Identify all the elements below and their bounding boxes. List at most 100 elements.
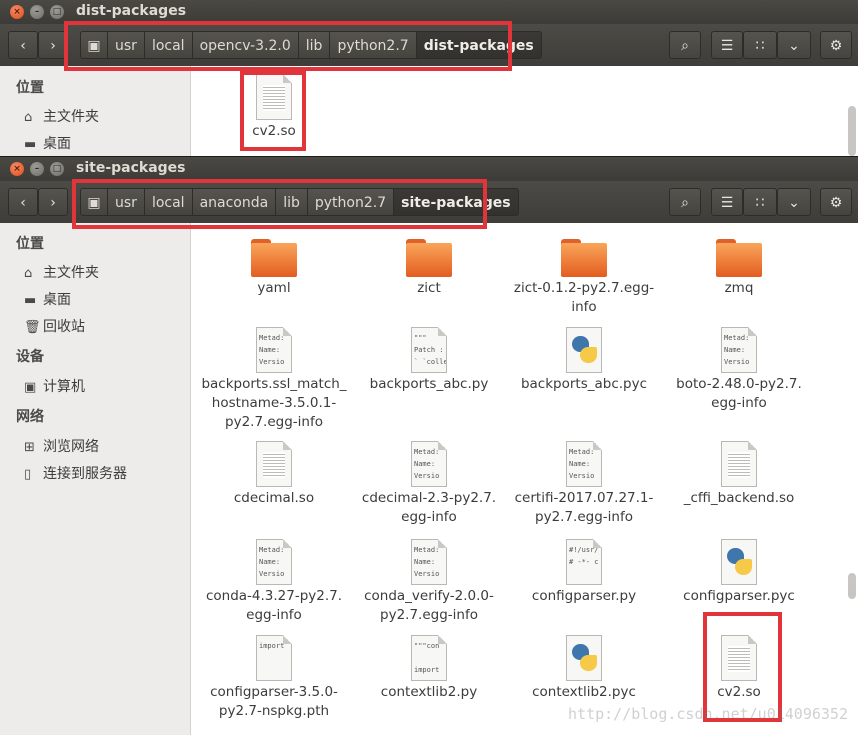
file-name-line: configparser.py [531,588,637,604]
icon-preview-text: Metad: Name: Versio [259,546,285,578]
file-name-line: yaml [257,280,291,296]
forward-button[interactable]: › [38,188,68,216]
server-icon: ▯ [24,467,32,482]
file-item[interactable]: zict [351,233,507,298]
file-item[interactable]: Metad: Name: Versio boto-2.48.0-py2.7. egg… [661,327,817,413]
folder-icon [716,239,762,277]
file-item[interactable]: Metad: Name: Versio conda-4.3.27-py2.7. eg… [196,539,352,625]
file-name-line: conda_verify-2.0.0- [364,588,494,604]
text-file-icon: Metad: Name: Versio [566,441,602,487]
file-item[interactable]: import configparser-3.5.0- py2.7-nspkg.pth [196,635,352,721]
sidebar-item-browse-network[interactable]: ⊞ 浏览网络 [24,436,99,456]
file-item[interactable]: yaml [196,233,352,298]
file-item[interactable]: _cffi_backend.so [661,441,817,508]
scrollbar[interactable] [848,573,856,599]
list-view-icon[interactable]: ☰ [711,188,743,216]
trash-icon: 🗑 [24,320,41,335]
folder-icon [406,239,452,277]
file-item[interactable]: cdecimal.so [196,441,352,508]
file-name-line: egg-info [401,509,457,525]
file-name-line: configparser-3.5.0- [210,684,338,700]
icon-preview-text: #!/usr/ # -*- c [569,546,599,566]
file-name-line: py2.7.egg-info [225,414,323,430]
text-file-icon: Metad: Name: Versio [721,327,757,373]
sidebar-item-desktop[interactable]: ▬ 桌面 [24,133,71,153]
back-button[interactable]: ‹ [8,188,38,216]
file-item[interactable]: Metad: Name: Versio certifi-2017.07.27.1-… [506,441,662,527]
front-titlebar: × – □ site-packages [0,157,858,181]
file-item[interactable]: Metad: Name: Versio cdecimal-2.3-py2.7. eg… [351,441,507,527]
file-item[interactable]: """ Patch : ` `colle backports_abc.py [351,327,507,394]
gear-icon[interactable]: ⚙ [820,188,852,216]
grid-view-icon[interactable]: ∷ [743,31,777,59]
file-name-line: contextlib2.py [380,684,478,700]
minimize-icon[interactable]: – [30,5,44,19]
maximize-icon[interactable]: □ [50,162,64,176]
icon-preview-text: import [259,642,285,650]
file-item[interactable]: #!/usr/ # -*- c configparser.py [506,539,662,606]
back-sidebar: 位置 ⌂ 主文件夹 ▬ 桌面 [0,66,191,160]
file-item[interactable]: Metad: Name: Versio backports.ssl_match_ h… [196,327,352,432]
close-icon[interactable]: × [10,162,24,176]
folder-icon: ▬ [24,137,37,152]
file-name-line: zict [417,280,441,296]
python-file-icon [566,327,602,373]
search-icon[interactable]: ⌕ [669,188,701,216]
text-file-icon: import [256,635,292,681]
text-file-icon: Metad: Name: Versio [256,539,292,585]
sidebar-item-connect-server[interactable]: ▯ 连接到服务器 [24,463,127,483]
file-name-line: py2.7-nspkg.pth [218,703,330,719]
maximize-icon[interactable]: □ [50,5,64,19]
grid-view-icon[interactable]: ∷ [743,188,777,216]
sidebar-item-home[interactable]: ⌂ 主文件夹 [24,262,99,282]
icon-preview-text: Metad: Name: Versio [414,448,440,480]
icon-preview-text: Metad: Name: Versio [724,334,750,366]
file-item[interactable]: configparser.pyc [661,539,817,606]
network-heading: 网络 [16,409,44,425]
icon-preview-text: Metad: Name: Versio [414,546,440,578]
file-name-line: py2.7.egg-info [380,607,478,623]
text-file-icon [721,441,757,487]
sidebar-item-desktop[interactable]: ▬ 桌面 [24,289,71,309]
text-file-icon: """con import [411,635,447,681]
sidebar-item-trash[interactable]: 🗑 回收站 [24,316,85,336]
list-view-icon[interactable]: ☰ [711,31,743,59]
places-heading: 位置 [16,236,44,252]
icon-preview-text: """con import [414,642,440,674]
close-icon[interactable]: × [10,5,24,19]
scrollbar[interactable] [848,106,856,156]
sidebar-item-home[interactable]: ⌂ 主文件夹 [24,106,99,126]
gear-icon[interactable]: ⚙ [820,31,852,59]
file-name-line: conda-4.3.27-py2.7. [205,588,343,604]
file-item[interactable]: backports_abc.pyc [506,327,662,394]
file-name-line: py2.7.egg-info [535,509,633,525]
file-name-line: cdecimal.so [233,490,315,506]
file-name-line: cdecimal-2.3-py2.7. [361,490,497,506]
file-item[interactable]: Metad: Name: Versio conda_verify-2.0.0-py… [351,539,507,625]
highlight-box [240,71,306,151]
file-name-line: boto-2.48.0-py2.7. [676,376,802,392]
watermark: http://blog.csdn.net/u014096352 [568,705,848,723]
text-file-icon: """ Patch : ` `colle [411,327,447,373]
file-item[interactable]: zict-0.1.2-py2.7.egg-info [506,233,662,317]
computer-icon: ▣ [24,380,37,395]
minimize-icon[interactable]: – [30,162,44,176]
file-item[interactable]: contextlib2.pyc [506,635,662,702]
devices-heading: 设备 [16,349,44,365]
text-file-icon: #!/usr/ # -*- c [566,539,602,585]
text-file-icon: Metad: Name: Versio [411,539,447,585]
file-item[interactable]: """con import contextlib2.py [351,635,507,702]
sidebar-item-computer[interactable]: ▣ 计算机 [24,376,85,396]
back-button[interactable]: ‹ [8,31,38,59]
python-file-icon [721,539,757,585]
chevron-down-icon[interactable]: ⌄ [777,31,811,59]
chevron-down-icon[interactable]: ⌄ [777,188,811,216]
folder-icon: ▬ [24,293,37,308]
search-icon[interactable]: ⌕ [669,31,701,59]
text-file-icon [256,441,292,487]
file-name-line: zmq [724,280,754,296]
file-name-line: egg-info [711,395,767,411]
file-item[interactable]: zmq [661,233,817,298]
python-file-icon [566,635,602,681]
icon-preview-text: Metad: Name: Versio [569,448,595,480]
